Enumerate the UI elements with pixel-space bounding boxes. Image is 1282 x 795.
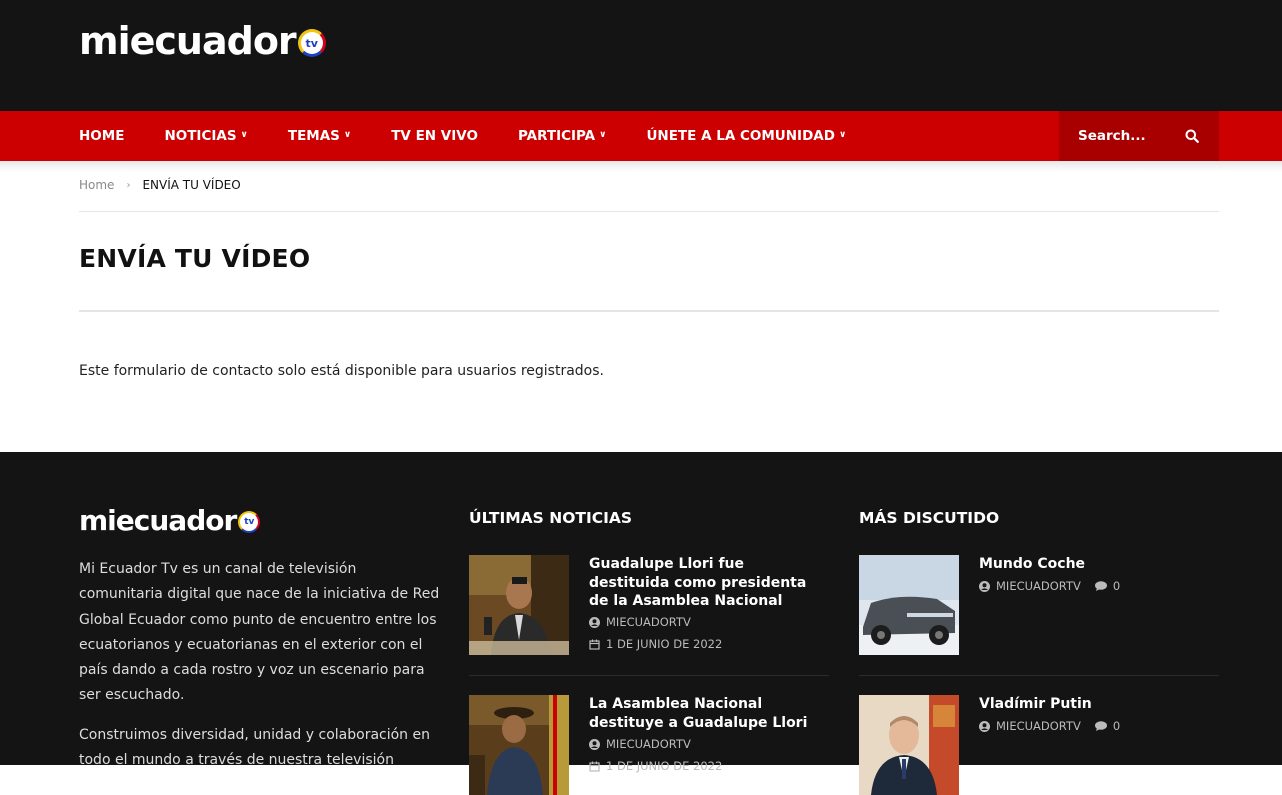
nav-shadow <box>0 161 1282 171</box>
post-title[interactable]: Vladímir Putin <box>979 695 1219 714</box>
nav-label: TEMAS <box>287 128 340 144</box>
logo-text: miecuador <box>79 504 237 537</box>
main-navigation: HOME NOTICIAS ∨ TEMAS ∨ TV EN VIVO PARTICI… <box>0 111 1282 161</box>
post-date: 1 DE JUNIO DE 2022 <box>589 759 722 773</box>
nav-item-temas[interactable]: TEMAS ∨ <box>288 128 351 144</box>
post-author: MIECUADORTV <box>589 737 691 751</box>
comment-icon <box>1094 721 1107 731</box>
registration-notice: Este formulario de contacto solo está di… <box>79 363 604 379</box>
divider <box>469 675 829 676</box>
post-meta: MIECUADORTV 0 <box>979 579 1120 593</box>
user-icon <box>979 580 990 592</box>
search-box <box>1059 111 1219 161</box>
divider <box>79 310 1219 312</box>
post-thumbnail[interactable] <box>469 695 569 795</box>
nav-label: PARTICIPA <box>517 128 596 144</box>
nav-label: HOME <box>79 128 125 144</box>
post-title[interactable]: La Asamblea Nacional destituye a Guadalu… <box>589 695 829 732</box>
breadcrumb-separator: › <box>126 179 131 191</box>
comment-count-value: 0 <box>1112 719 1121 733</box>
logo-tv-badge: tv <box>297 29 326 57</box>
site-logo[interactable]: miecuador tv <box>79 20 326 62</box>
calendar-icon <box>589 761 600 772</box>
nav-item-tv-en-vivo[interactable]: TV EN VIVO <box>391 128 478 144</box>
about-paragraph: Mi Ecuador Tv es un canal de televisión … <box>79 561 440 704</box>
comment-count[interactable]: 0 <box>1094 579 1121 593</box>
page-title: ENVÍA TU VÍDEO <box>79 244 311 273</box>
date-text: 1 DE JUNIO DE 2022 <box>606 759 723 773</box>
user-icon <box>589 616 600 628</box>
about-paragraph: Construimos diversidad, unidad y colabor… <box>79 726 430 769</box>
author-name[interactable]: MIECUADORTV <box>606 737 691 751</box>
chevron-down-icon: ∨ <box>599 130 607 140</box>
breadcrumb-home-link[interactable]: Home <box>79 178 114 192</box>
nav-item-home[interactable]: HOME <box>79 128 124 144</box>
divider <box>859 675 1219 676</box>
comment-count-value: 0 <box>1112 579 1121 593</box>
breadcrumb-current: ENVÍA TU VÍDEO <box>142 178 241 192</box>
post-title[interactable]: Mundo Coche <box>979 555 1219 574</box>
divider <box>79 211 1219 212</box>
site-header: miecuador tv <box>0 0 1282 111</box>
nav-label: ÚNETE A LA COMUNIDAD <box>646 128 835 144</box>
chevron-down-icon: ∨ <box>838 130 847 140</box>
footer-logo[interactable]: miecuador tv <box>79 504 261 537</box>
latest-news-heading: ÚLTIMAS NOTICIAS <box>469 509 633 527</box>
post-author: MIECUADORTV <box>589 615 691 629</box>
nav-item-noticias[interactable]: NOTICIAS ∨ <box>164 128 247 144</box>
author-name[interactable]: MIECUADORTV <box>606 615 691 629</box>
post-thumbnail[interactable] <box>859 555 959 655</box>
post-title[interactable]: Guadalupe Llori fue destituida como pres… <box>589 555 829 611</box>
nav-item-unete[interactable]: ÚNETE A LA COMUNIDAD ∨ <box>646 128 846 144</box>
most-discussed-heading: MÁS DISCUTIDO <box>859 509 1000 527</box>
logo-text: miecuador <box>79 19 297 63</box>
chevron-down-icon: ∨ <box>343 130 352 140</box>
nav-menu: HOME NOTICIAS ∨ TEMAS ∨ TV EN VIVO PARTICI… <box>79 111 886 161</box>
author-name[interactable]: MIECUADORTV <box>996 579 1081 593</box>
logo-tv-badge: tv <box>238 511 261 533</box>
post-date: 1 DE JUNIO DE 2022 <box>589 637 722 651</box>
footer-about: Mi Ecuador Tv es un canal de televisión … <box>79 557 444 773</box>
chevron-down-icon: ∨ <box>240 130 248 140</box>
site-footer: miecuador tv Mi Ecuador Tv es un canal d… <box>0 452 1282 795</box>
user-icon <box>589 738 600 750</box>
post-meta: MIECUADORTV 0 <box>979 719 1120 733</box>
nav-label: TV EN VIVO <box>391 128 478 144</box>
comment-icon <box>1094 581 1107 591</box>
user-icon <box>979 720 990 732</box>
comment-count[interactable]: 0 <box>1094 719 1121 733</box>
post-thumbnail[interactable] <box>469 555 569 655</box>
breadcrumb: Home › ENVÍA TU VÍDEO <box>79 178 241 192</box>
author-name[interactable]: MIECUADORTV <box>996 719 1081 733</box>
nav-item-participa[interactable]: PARTICIPA ∨ <box>518 128 606 144</box>
date-text: 1 DE JUNIO DE 2022 <box>606 637 723 651</box>
search-icon[interactable] <box>1185 129 1199 143</box>
search-input[interactable] <box>1078 128 1173 144</box>
calendar-icon <box>589 639 600 650</box>
nav-label: NOTICIAS <box>164 128 237 144</box>
post-thumbnail[interactable] <box>859 695 959 795</box>
